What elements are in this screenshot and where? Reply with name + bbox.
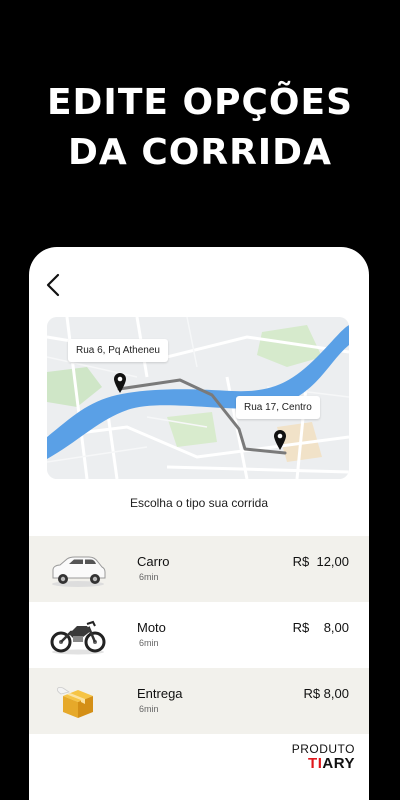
chevron-left-icon: [46, 273, 60, 297]
brand-logo-red: TI: [308, 755, 323, 772]
origin-pin-icon: [114, 373, 126, 393]
back-button[interactable]: [41, 271, 65, 299]
headline-line-1: EDITE OPÇÕES: [46, 82, 354, 123]
ride-name: Entrega: [137, 686, 183, 701]
ride-price: R$ 12,00: [292, 554, 349, 569]
destination-pin-icon: [274, 430, 286, 450]
brand-logo: TIARY: [292, 756, 355, 772]
headline: EDITE OPÇÕES DA CORRIDA: [0, 78, 400, 178]
ride-option-carro[interactable]: Carro 6min R$ 12,00: [29, 536, 369, 602]
ride-option-entrega[interactable]: Entrega 6min R$ 8,00: [29, 668, 369, 734]
destination-label: Rua 17, Centro: [236, 396, 320, 419]
ride-type-prompt: Escolha o tipo sua corrida: [129, 496, 269, 510]
origin-label: Rua 6, Pq Atheneu: [68, 339, 168, 362]
route-map[interactable]: Rua 6, Pq Atheneu Rua 17, Centro: [47, 317, 349, 479]
package-icon: [57, 687, 93, 718]
ride-time: 6min: [139, 572, 159, 582]
ride-name: Moto: [137, 620, 166, 635]
motorcycle-icon: [50, 620, 106, 655]
ride-time: 6min: [139, 704, 159, 714]
phone-screen: Rua 6, Pq Atheneu Rua 17, Centro Escolha…: [29, 247, 369, 800]
ride-price: R$ 8,00: [292, 620, 349, 635]
headline-line-2: DA CORRIDA: [68, 132, 332, 173]
ride-option-moto[interactable]: Moto 6min R$ 8,00: [29, 602, 369, 668]
ride-name: Carro: [137, 554, 170, 569]
brand-logo-dark: ARY: [322, 755, 355, 772]
brand-badge: PRODUTO TIARY: [292, 742, 355, 772]
ride-options-list: Carro 6min R$ 12,00 Moto 6min R$ 8,00 En…: [29, 536, 369, 734]
ride-time: 6min: [139, 638, 159, 648]
brand-caption: PRODUTO: [291, 742, 355, 756]
car-icon: [52, 556, 106, 587]
ride-price: R$ 8,00: [303, 686, 349, 701]
